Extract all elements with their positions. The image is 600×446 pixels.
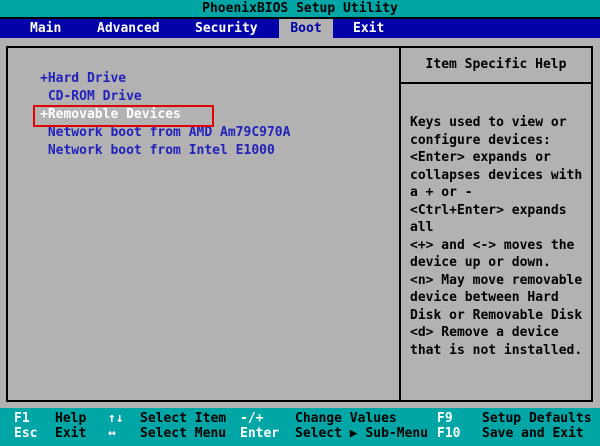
key-f10: F10 (437, 426, 461, 441)
key-enter: Enter (240, 426, 280, 441)
tab-boot-active[interactable]: Boot (279, 19, 333, 38)
key-esc: Esc (14, 426, 38, 441)
window-title: PhoenixBIOS Setup Utility (0, 0, 600, 19)
help-pane-title: Item Specific Help (401, 48, 591, 84)
tab-main[interactable]: Main (30, 19, 61, 38)
key-f9: F9 (437, 411, 453, 426)
label-save-and-exit: Save and Exit (482, 426, 584, 441)
help-line: device up or down. (410, 255, 551, 270)
key-f1: F1 (14, 411, 30, 426)
boot-item-network-amd[interactable]: Network boot from AMD Am79C970A (40, 124, 291, 142)
help-line: collapses devices with (410, 167, 583, 183)
boot-item-network-intel[interactable]: Network boot from Intel E1000 (40, 142, 290, 160)
help-line: <d> Remove a device (410, 325, 559, 340)
label-exit: Exit (55, 426, 87, 441)
label-select-submenu: Select ▶ Sub-Menu (295, 426, 429, 441)
tab-security[interactable]: Security (195, 19, 258, 38)
key-legend-bar: F1 Help ↑↓ Select Item -/+ Change Values… (0, 408, 600, 446)
tab-exit[interactable]: Exit (353, 19, 384, 38)
boot-device-list: +Hard Drive CD-ROM Drive +Removable Devi… (40, 70, 290, 160)
key-updown-icon: ↑↓ (108, 411, 124, 426)
boot-item-removable-devices[interactable]: +Removable Devices (40, 106, 290, 124)
help-pane-text: Keys used to view or configure devices: … (401, 84, 591, 359)
help-line: all (410, 220, 434, 235)
help-line: <n> May move removable (410, 272, 583, 288)
help-line: configure devices: (410, 132, 551, 148)
bios-setup-screen: PhoenixBIOS Setup Utility Main Advanced … (0, 0, 600, 446)
label-change-values: Change Values (295, 411, 397, 426)
help-line: <+> and <-> moves the (410, 237, 575, 253)
label-setup-defaults: Setup Defaults (482, 411, 592, 426)
label-select-menu: Select Menu (140, 426, 227, 441)
help-line: <Enter> expands or (410, 150, 551, 165)
help-line: device between Hard (410, 290, 559, 305)
help-line: Disk or Removable Disk (410, 307, 583, 323)
key-legend-row2: Esc Exit ↔ Select Menu Enter Select ▶ Su… (0, 426, 600, 441)
help-line: that is not installed. (410, 342, 583, 358)
help-pane: Item Specific Help Keys used to view or … (399, 46, 593, 402)
key-minus-plus: -/+ (240, 411, 264, 426)
label-help: Help (55, 411, 87, 426)
tab-advanced[interactable]: Advanced (97, 19, 160, 38)
help-line: Keys used to view or (410, 115, 567, 130)
key-leftright-icon: ↔ (108, 426, 116, 441)
help-line: a + or - (410, 185, 473, 200)
key-legend-row1: F1 Help ↑↓ Select Item -/+ Change Values… (0, 411, 600, 426)
label-select-item: Select Item (140, 411, 227, 426)
menu-bar: Main Advanced Security Boot Exit (0, 19, 600, 38)
boot-item-hard-drive[interactable]: +Hard Drive (40, 70, 290, 88)
boot-item-cdrom-drive[interactable]: CD-ROM Drive (40, 88, 290, 106)
help-line: <Ctrl+Enter> expands (410, 202, 567, 218)
